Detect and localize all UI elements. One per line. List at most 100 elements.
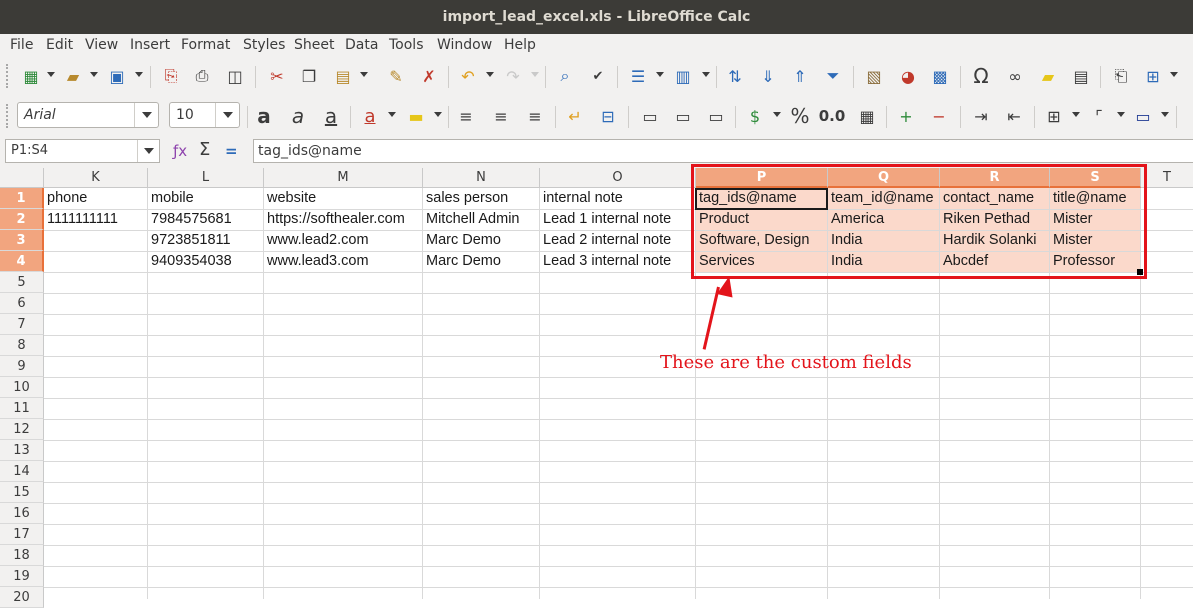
- save-dropdown-icon[interactable]: [135, 72, 143, 77]
- sort-ascending-icon[interactable]: ⇑: [787, 63, 813, 89]
- formula-icon[interactable]: =: [225, 142, 238, 160]
- row-header-17[interactable]: 17: [0, 524, 44, 545]
- cell-n3[interactable]: Marc Demo: [423, 230, 539, 251]
- cell-k1[interactable]: phone: [44, 188, 147, 209]
- increase-indent-icon[interactable]: ⇥: [968, 103, 994, 129]
- hyperlink-icon[interactable]: ∞: [1002, 63, 1028, 89]
- row-header-8[interactable]: 8: [0, 335, 44, 356]
- freeze-dropdown-icon[interactable]: [1170, 72, 1178, 77]
- find-replace-icon[interactable]: ⌕: [552, 63, 578, 89]
- toolbar-grip[interactable]: [6, 104, 10, 128]
- menu-format[interactable]: Format: [181, 37, 230, 53]
- sort-descending-icon[interactable]: ⇓: [755, 63, 781, 89]
- export-pdf-icon[interactable]: ⎘: [158, 63, 184, 89]
- add-decimal-place-icon[interactable]: +: [893, 103, 919, 129]
- column-header-n[interactable]: N: [423, 168, 540, 188]
- border-color-icon[interactable]: ▭: [1130, 103, 1156, 129]
- format-as-number-icon[interactable]: 0.0: [819, 103, 846, 129]
- borders-icon[interactable]: ⊞: [1041, 103, 1067, 129]
- menu-data[interactable]: Data: [345, 37, 378, 53]
- function-wizard-icon[interactable]: ƒx: [173, 142, 187, 160]
- cell-l1[interactable]: mobile: [148, 188, 263, 209]
- autofilter-icon[interactable]: ⏷: [820, 63, 846, 89]
- font-color-dropdown-icon[interactable]: [388, 112, 396, 117]
- column-dropdown-icon[interactable]: [702, 72, 710, 77]
- name-box[interactable]: P1:S4: [5, 139, 160, 163]
- open-dropdown-icon[interactable]: [90, 72, 98, 77]
- column-icon[interactable]: ▥: [670, 63, 696, 89]
- cell-m1[interactable]: website: [264, 188, 422, 209]
- cell-o3[interactable]: Lead 2 internal note: [540, 230, 695, 251]
- menu-edit[interactable]: Edit: [46, 37, 73, 53]
- align-right-icon[interactable]: ≡: [522, 103, 548, 129]
- cell-l2[interactable]: 7984575681: [148, 209, 263, 230]
- decrease-indent-icon[interactable]: ⇤: [1001, 103, 1027, 129]
- new-spreadsheet-icon[interactable]: ▦: [18, 63, 44, 89]
- cell-n4[interactable]: Marc Demo: [423, 251, 539, 272]
- row-icon[interactable]: ☰: [625, 63, 651, 89]
- row-header-4[interactable]: 4: [0, 251, 44, 272]
- currency-dropdown-icon[interactable]: [773, 112, 781, 117]
- font-name-dropdown-icon[interactable]: [134, 103, 158, 127]
- row-header-12[interactable]: 12: [0, 419, 44, 440]
- headers-footers-icon[interactable]: ▤: [1068, 63, 1094, 89]
- open-folder-icon[interactable]: ▰: [60, 63, 86, 89]
- cell-k2[interactable]: 1111111111: [44, 209, 147, 230]
- redo-dropdown-icon[interactable]: [531, 72, 539, 77]
- row-header-20[interactable]: 20: [0, 587, 44, 608]
- menu-tools[interactable]: Tools: [389, 37, 424, 53]
- clone-formatting-icon[interactable]: ✎: [383, 63, 409, 89]
- font-name-combobox[interactable]: Arial: [17, 102, 159, 128]
- format-as-currency-icon[interactable]: $: [742, 103, 768, 129]
- cell-k4[interactable]: [44, 251, 147, 272]
- cell-l3[interactable]: 9723851811: [148, 230, 263, 251]
- column-header-l[interactable]: L: [148, 168, 264, 188]
- menu-help[interactable]: Help: [504, 37, 536, 53]
- select-all-corner[interactable]: [0, 168, 44, 188]
- underline-icon[interactable]: a: [318, 103, 344, 129]
- special-character-icon[interactable]: Ω: [968, 63, 994, 89]
- cell-o4[interactable]: Lead 3 internal note: [540, 251, 695, 272]
- row-header-7[interactable]: 7: [0, 314, 44, 335]
- row-header-2[interactable]: 2: [0, 209, 44, 230]
- menu-file[interactable]: File: [10, 37, 33, 53]
- row-header-16[interactable]: 16: [0, 503, 44, 524]
- row-dropdown-icon[interactable]: [656, 72, 664, 77]
- row-header-15[interactable]: 15: [0, 482, 44, 503]
- align-bottom-icon[interactable]: ▭: [703, 103, 729, 129]
- row-header-5[interactable]: 5: [0, 272, 44, 293]
- undo-icon[interactable]: ↶: [455, 63, 481, 89]
- row-header-13[interactable]: 13: [0, 440, 44, 461]
- column-header-m[interactable]: M: [264, 168, 423, 188]
- border-color-dropdown-icon[interactable]: [1161, 112, 1169, 117]
- pivot-table-icon[interactable]: ▩: [927, 63, 953, 89]
- paste-icon[interactable]: ▤: [330, 63, 356, 89]
- menu-sheet[interactable]: Sheet: [294, 37, 334, 53]
- column-header-k[interactable]: K: [44, 168, 148, 188]
- row-header-3[interactable]: 3: [0, 230, 44, 251]
- menu-insert[interactable]: Insert: [130, 37, 170, 53]
- merge-center-icon[interactable]: ⊟: [595, 103, 621, 129]
- row-header-6[interactable]: 6: [0, 293, 44, 314]
- cell-m3[interactable]: www.lead2.com: [264, 230, 422, 251]
- align-left-icon[interactable]: ≡: [453, 103, 479, 129]
- row-header-18[interactable]: 18: [0, 545, 44, 566]
- sort-icon[interactable]: ⇅: [722, 63, 748, 89]
- format-as-date-icon[interactable]: ▦: [854, 103, 880, 129]
- cut-icon[interactable]: ✂: [264, 63, 290, 89]
- save-icon[interactable]: ▣: [104, 63, 130, 89]
- column-header-o[interactable]: O: [540, 168, 696, 188]
- sum-icon[interactable]: Σ: [199, 139, 210, 160]
- highlighting-dropdown-icon[interactable]: [434, 112, 442, 117]
- cell-o1[interactable]: internal note: [540, 188, 695, 209]
- clear-formatting-icon[interactable]: ✗: [416, 63, 442, 89]
- toolbar-grip[interactable]: [6, 64, 10, 88]
- cell-n1[interactable]: sales person: [423, 188, 539, 209]
- insert-image-icon[interactable]: ▧: [861, 63, 887, 89]
- freeze-rows-columns-icon[interactable]: ⊞: [1140, 63, 1166, 89]
- row-header-11[interactable]: 11: [0, 398, 44, 419]
- define-print-area-icon[interactable]: ⎗: [1108, 63, 1134, 89]
- menu-window[interactable]: Window: [437, 37, 492, 53]
- name-box-dropdown-icon[interactable]: [137, 140, 159, 162]
- bold-icon[interactable]: a: [251, 103, 277, 129]
